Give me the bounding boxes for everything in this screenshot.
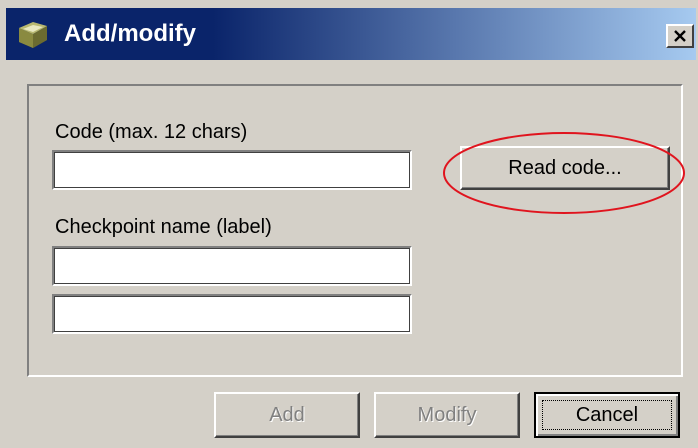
add-modify-dialog: Add/modify Code (max. 12 chars) Read cod… [0, 0, 698, 448]
code-input[interactable] [52, 150, 412, 190]
add-button[interactable]: Add [214, 392, 360, 438]
checkpoint-name-input-line1[interactable] [52, 246, 412, 286]
cancel-button-label: Cancel [575, 403, 639, 426]
window-title: Add/modify [64, 20, 196, 47]
checkpoint-book-icon [16, 20, 50, 50]
title-bar[interactable]: Add/modify [6, 8, 696, 60]
read-code-button[interactable]: Read code... [460, 146, 670, 190]
close-button[interactable] [666, 24, 694, 48]
checkpoint-name-input-line2[interactable] [52, 294, 412, 334]
code-label: Code (max. 12 chars) [55, 121, 248, 143]
modify-button[interactable]: Modify [374, 392, 520, 438]
cancel-button[interactable]: Cancel [534, 392, 680, 438]
checkpoint-name-label: Checkpoint name (label) [55, 216, 272, 238]
close-icon [674, 30, 686, 42]
